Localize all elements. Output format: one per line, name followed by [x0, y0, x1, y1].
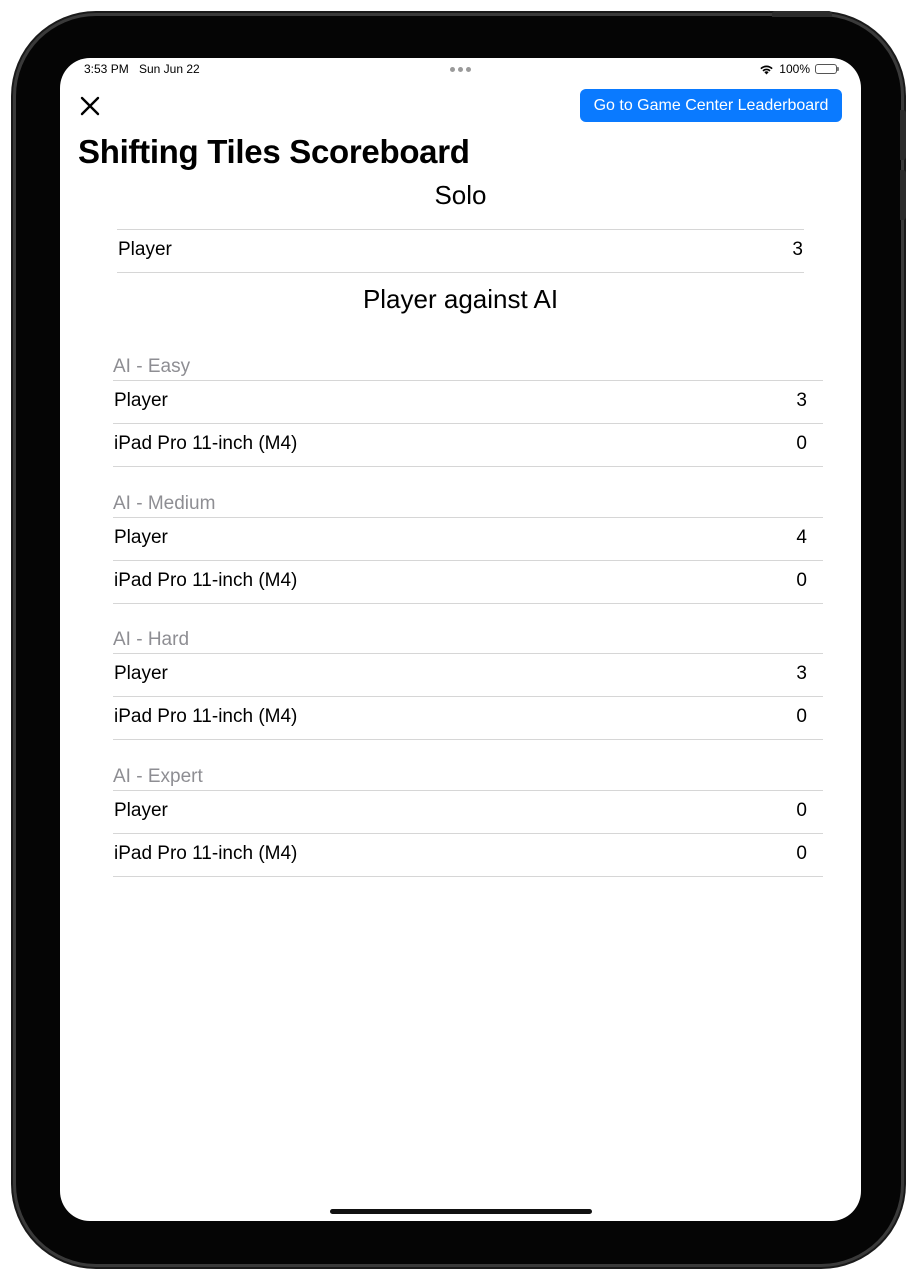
table-row: iPad Pro 11-inch (M4) 0 — [113, 561, 823, 604]
player-name: Player — [114, 800, 168, 821]
table-row: Player 3 — [113, 654, 823, 697]
player-score: 0 — [796, 800, 807, 821]
group-label: AI - Expert — [113, 765, 823, 791]
status-indicators: 100% — [759, 62, 839, 76]
device-score: 0 — [796, 843, 807, 864]
device-score: 0 — [796, 570, 807, 591]
player-name: Player — [114, 663, 168, 684]
player-name: Player — [114, 527, 168, 548]
device-score: 0 — [796, 706, 807, 727]
table-row: Player 3 — [113, 381, 823, 424]
device-name: iPad Pro 11-inch (M4) — [114, 843, 298, 864]
status-date: Sun Jun 22 — [139, 62, 200, 76]
group-label: AI - Hard — [113, 628, 823, 654]
close-button[interactable] — [78, 94, 102, 118]
player-score: 3 — [792, 239, 803, 260]
table-row: Player 3 — [117, 230, 804, 273]
home-indicator[interactable] — [330, 1209, 592, 1214]
group-ai-medium: AI - Medium Player 4 iPad Pro 11-inch (M… — [113, 492, 823, 604]
group-label: AI - Medium — [113, 492, 823, 518]
wifi-icon — [759, 64, 774, 75]
status-time: 3:53 PM — [84, 62, 129, 76]
battery-percentage: 100% — [779, 62, 810, 76]
table-row: Player 0 — [113, 791, 823, 834]
game-center-leaderboard-button[interactable]: Go to Game Center Leaderboard — [580, 89, 842, 122]
device-name: iPad Pro 11-inch (M4) — [114, 706, 298, 727]
volume-up-button — [900, 110, 906, 160]
close-icon — [80, 96, 100, 116]
player-score: 4 — [796, 527, 807, 548]
page-title: Shifting Tiles Scoreboard — [78, 133, 470, 170]
player-name: Player — [118, 239, 172, 260]
screen: 3:53 PM Sun Jun 22 100% Go to Game Cente… — [60, 58, 861, 1221]
player-score: 3 — [796, 390, 807, 411]
power-button — [772, 11, 832, 17]
player-score: 3 — [796, 663, 807, 684]
volume-down-button — [900, 170, 906, 220]
player-name: Player — [114, 390, 168, 411]
table-row: iPad Pro 11-inch (M4) 0 — [113, 424, 823, 467]
device-score: 0 — [796, 433, 807, 454]
table-row: iPad Pro 11-inch (M4) 0 — [113, 834, 823, 877]
battery-icon — [815, 64, 839, 74]
device-name: iPad Pro 11-inch (M4) — [114, 570, 298, 591]
solo-heading: Solo — [434, 180, 487, 210]
device-name: iPad Pro 11-inch (M4) — [114, 433, 298, 454]
status-bar: 3:53 PM Sun Jun 22 100% — [60, 58, 861, 82]
table-row: iPad Pro 11-inch (M4) 0 — [113, 697, 823, 740]
group-ai-easy: AI - Easy Player 3 iPad Pro 11-inch (M4)… — [113, 355, 823, 467]
group-ai-hard: AI - Hard Player 3 iPad Pro 11-inch (M4)… — [113, 628, 823, 740]
solo-table: Player 3 — [117, 229, 804, 273]
vs-ai-heading: Player against AI — [362, 284, 559, 314]
group-label: AI - Easy — [113, 355, 823, 381]
multitasking-dots-icon[interactable] — [450, 67, 471, 72]
group-ai-expert: AI - Expert Player 0 iPad Pro 11-inch (M… — [113, 765, 823, 877]
table-row: Player 4 — [113, 518, 823, 561]
